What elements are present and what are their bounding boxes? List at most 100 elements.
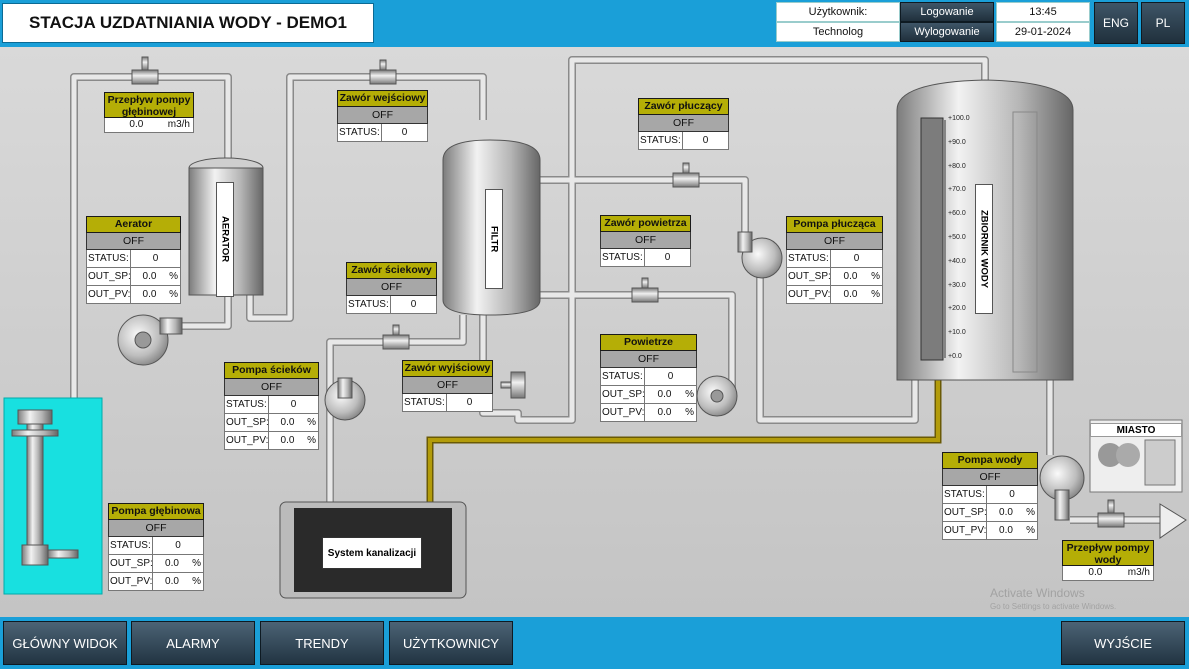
deep-pump-sp-label: OUT_SP: [109,555,153,572]
sewage-pump-title: Pompa ścieków [224,362,319,379]
sewage-pump-panel[interactable]: Pompa ścieków OFF STATUS: 0 OUT_SP: 0.0% O… [224,362,319,450]
aerator-status: 0 [152,253,159,264]
clock-date: 29-01-2024 [996,22,1090,42]
deep-pump-flow-panel[interactable]: Przepływ pompy głębinowej 0.0 m3/h [104,92,194,133]
users-button[interactable]: UŻYTKOWNICY [389,621,513,665]
lang-eng-button[interactable]: ENG [1094,2,1138,44]
flush-pump-sp: 0.0 [843,271,858,282]
flush-pump-pv-label: OUT_PV: [787,286,831,303]
flush-valve-status: 0 [702,135,709,146]
sewage-pump-pv-unit: % [307,435,316,446]
logout-button[interactable]: Wylogowanie [900,22,994,42]
sewage-valve-title: Zawór ściekowy [346,262,437,279]
aerator-status-label: STATUS: [87,250,131,267]
login-button[interactable]: Logowanie [900,2,994,22]
flush-pump-icon [737,231,783,279]
outflow-arrow [1159,503,1187,539]
water-pump-flow-panel[interactable]: Przepływ pompy wody 0.0 m3/h [1062,540,1154,581]
deep-pump-sp-unit: % [192,558,201,569]
aerator-state: OFF [86,233,181,250]
header-bar: STACJA UZDATNIANIA WODY - DEMO1 Użytkown… [0,0,1189,47]
water-pump-status: 0 [1009,489,1015,500]
aerator-pv: 0.0 [142,289,157,300]
water-pump-flow-unit: m3/h [1127,567,1150,578]
outlet-valve-status: 0 [466,397,473,408]
air-pv-unit: % [685,407,694,418]
inlet-valve-title: Zawór wejściowy [337,90,428,107]
air-status: 0 [667,371,674,382]
footer-nav: GŁÓWNY WIDOK ALARMY TRENDY UŻYTKOWNICY W… [0,617,1189,669]
air-sp-label: OUT_SP: [601,386,645,403]
datetime-box: 13:45 29-01-2024 [996,2,1090,44]
deep-pump-pv: 0.0 [165,576,179,587]
sewage-valve-status-label: STATUS: [347,296,391,313]
deep-pump-state: OFF [108,520,204,537]
flush-pump-panel[interactable]: Pompa płucząca OFF STATUS: 0 OUT_SP: 0.0% … [786,216,883,304]
tank-scale-tick: +60.0 [948,210,966,218]
alarms-button[interactable]: ALARMY [131,621,255,665]
air-sp-unit: % [685,389,694,400]
air-panel[interactable]: Powietrze OFF STATUS: 0 OUT_SP: 0.0% OUT_P… [600,334,697,422]
clock-time: 13:45 [996,2,1090,22]
flush-pump-status-label: STATUS: [787,250,831,267]
air-valve-status: 0 [664,252,671,263]
water-pump-panel[interactable]: Pompa wody OFF STATUS: 0 OUT_SP: 0.0% OUT_… [942,452,1038,540]
flush-pump-sp-unit: % [871,271,880,282]
deep-pump-status-label: STATUS: [109,537,153,554]
outlet-valve-panel[interactable]: Zawór wyjściowy OFF STATUS: 0 [402,360,493,412]
sewage-pump-pv-label: OUT_PV: [225,432,269,449]
aerator-title: Aerator [86,216,181,233]
deep-pump-pv-label: OUT_PV: [109,573,153,590]
flush-valve-title: Zawór płuczący [638,98,729,115]
air-pv-label: OUT_PV: [601,404,645,421]
inlet-valve-state: OFF [337,107,428,124]
trends-button[interactable]: TRENDY [260,621,384,665]
outlet-valve-state: OFF [402,377,493,394]
sewage-pump-status-label: STATUS: [225,396,269,413]
deep-pump-sp: 0.0 [165,558,179,569]
flush-valve-state: OFF [638,115,729,132]
deep-pump-pv-unit: % [192,576,201,587]
deep-pump-status: 0 [175,540,181,551]
water-pump-flow-title2: wody [1094,554,1122,566]
flush-pump-pv: 0.0 [843,289,858,300]
inlet-valve-status: 0 [401,127,408,138]
water-pump-sp-unit: % [1026,507,1035,518]
water-pump-flow-value: 0.0 [1088,567,1103,578]
water-pump-pv: 0.0 [999,525,1013,536]
inlet-valve-status-label: STATUS: [338,124,382,141]
sewage-valve-panel[interactable]: Zawór ściekowy OFF STATUS: 0 [346,262,437,314]
deep-pump-flow-unit: m3/h [167,119,190,130]
water-pump-state: OFF [942,469,1038,486]
outlet-valve-status-label: STATUS: [403,394,447,411]
main-view-button[interactable]: GŁÓWNY WIDOK [3,621,127,665]
tank-scale-tick: +40.0 [948,257,966,265]
sewage-valve-status: 0 [410,299,417,310]
city-label: MIASTO [1090,423,1182,437]
deep-pump-flow-value: 0.0 [129,119,144,130]
air-valve-panel[interactable]: Zawór powietrza OFF STATUS: 0 [600,215,691,267]
sewage-pump-pv: 0.0 [280,435,295,446]
deep-pump-panel[interactable]: Pompa głębinowa OFF STATUS: 0 OUT_SP: 0.0%… [108,503,204,591]
process-canvas: +100.0 +90.0 +80.0 +70.0 +60.0 +50.0 +40.0 +30.… [0,47,1189,617]
tank-scale-tick: +70.0 [948,186,966,194]
watermark-line1: Activate Windows [990,586,1085,600]
flush-valve-panel[interactable]: Zawór płuczący OFF STATUS: 0 [638,98,729,150]
aerator-panel[interactable]: Aerator OFF STATUS: 0 OUT_SP: 0.0% OUT_PV:… [86,216,181,304]
tank-scale-tick: +0.0 [948,353,962,360]
water-pump-sp: 0.0 [999,507,1013,518]
air-valve-state: OFF [600,232,691,249]
tank-scale-tick: +50.0 [948,234,966,241]
lang-pl-button[interactable]: PL [1141,2,1185,44]
tank-scale-tick: +100.0 [948,115,970,122]
deep-pump-title: Pompa głębinowa [108,503,204,520]
flush-pump-title: Pompa płucząca [786,216,883,233]
air-blower-icon [696,375,738,417]
tank-scale-tick: +10.0 [948,329,966,337]
watermark-line2: Go to Settings to activate Windows. [990,602,1117,611]
inlet-valve-panel[interactable]: Zawór wejściowy OFF STATUS: 0 [337,90,428,142]
air-title: Powietrze [600,334,697,351]
filter-label: FILTR [485,189,503,289]
tank-scale-tick: +30.0 [948,281,966,289]
exit-button[interactable]: WYJŚCIE [1061,621,1185,665]
